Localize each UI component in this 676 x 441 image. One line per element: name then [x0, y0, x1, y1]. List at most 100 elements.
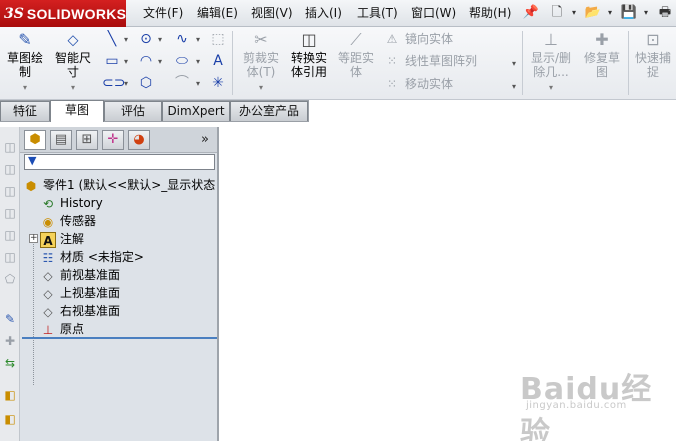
extrude-icon[interactable]: ◫ — [2, 139, 18, 155]
boundary-icon[interactable]: ◫ — [2, 249, 18, 265]
offset-entities-button[interactable]: ⟋ 等距实体 — [334, 31, 378, 80]
loft-icon[interactable]: ◫ — [2, 205, 18, 221]
tree-item-material[interactable]: ☷ 材质 <未指定> — [40, 248, 144, 266]
menu-help[interactable]: 帮助(H) — [469, 5, 511, 21]
toolbar-separator — [628, 31, 629, 95]
command-manager: ✎ 草图绘制 ▾ ⬦ 智能尺寸 ▾ ╲ ▾ ⊙ ▾ ∿ ▾ ⬚ ▭ ▾ ◠ ▾ … — [0, 27, 676, 100]
save-dropdown-arrow[interactable]: ▾ — [642, 4, 650, 22]
move-dropdown-arrow[interactable]: ▾ — [512, 82, 516, 91]
rollback-bar[interactable] — [22, 337, 217, 339]
tree-filter-input[interactable]: ▼ — [24, 154, 215, 170]
plane-icon: ◇ — [43, 268, 53, 283]
tree-item-origin[interactable]: ⊥ 原点 — [40, 320, 84, 338]
tree-item-annotations[interactable]: A 注解 — [40, 230, 84, 248]
slot-dropdown-arrow[interactable]: ▾ — [124, 79, 128, 88]
quick-snaps-button[interactable]: ⊡ 快速捕捉 — [631, 31, 675, 80]
circle-dropdown-arrow[interactable]: ▾ — [158, 35, 162, 44]
line-icon[interactable]: ╲ — [102, 29, 122, 49]
move-label: 移动实体 — [405, 77, 454, 91]
menu-edit[interactable]: 编辑(E) — [197, 5, 238, 21]
relations-dropdown-arrow[interactable]: ▾ — [527, 81, 575, 95]
tab-evaluate[interactable]: 评估 — [104, 101, 162, 121]
tree-item-top-plane[interactable]: ◇ 上视基准面 — [40, 284, 120, 302]
line-dropdown-arrow[interactable]: ▾ — [124, 35, 128, 44]
tab-office-products[interactable]: 办公室产品 — [230, 101, 308, 121]
part-icon: ⬢ — [25, 178, 37, 193]
mirror-icon: ⚠ — [386, 32, 398, 46]
rebuild-icon[interactable]: ⇆ — [2, 355, 18, 371]
spline-icon[interactable]: ∿ — [172, 29, 192, 49]
repair-sketch-button[interactable]: ✚ 修复草图 — [579, 30, 625, 80]
tab-features[interactable]: 特征 — [0, 101, 50, 121]
print-icon[interactable]: 🖶 — [656, 4, 674, 22]
menu-tools[interactable]: 工具(T) — [357, 5, 398, 21]
sketch-button[interactable]: ✎ 草图绘制 ▾ — [2, 31, 48, 95]
dimxpert-tab-icon[interactable]: ✛ — [102, 130, 124, 150]
feature-manager-tabs: ⬢ ▤ ⊞ ✛ ◕ » — [20, 127, 217, 153]
menu-view[interactable]: 视图(V) — [251, 5, 293, 21]
polygon-icon[interactable]: ⬡ — [136, 73, 156, 93]
sketch-small-icon[interactable]: ✎ — [2, 311, 18, 327]
tree-root-part[interactable]: ⬢ 零件1 (默认<<默认>_显示状态 — [23, 176, 216, 194]
ellipse-icon[interactable]: ⬭ — [172, 51, 192, 71]
repair-small-icon[interactable]: ✚ — [2, 333, 18, 349]
circle-icon[interactable]: ⊙ — [136, 29, 156, 49]
smart-dimension-dropdown-arrow[interactable]: ▾ — [50, 81, 96, 95]
tab-sketch[interactable]: 草图 — [50, 100, 104, 122]
shell-icon[interactable]: ⬠ — [2, 271, 18, 287]
revolve-icon[interactable]: ◫ — [2, 161, 18, 177]
mirror-entities-button[interactable]: ⚠ 镜向实体 — [383, 31, 453, 47]
instant3d-icon[interactable]: ◧ — [2, 387, 18, 403]
menu-window[interactable]: 窗口(W) — [411, 5, 456, 21]
open-folder-icon[interactable]: 📂 — [584, 4, 602, 22]
rectangle-dropdown-arrow[interactable]: ▾ — [124, 57, 128, 66]
linear-pattern-button[interactable]: ⁙ 线性草图阵列 — [383, 53, 477, 69]
smart-dimension-button[interactable]: ⬦ 智能尺寸 ▾ — [50, 31, 96, 95]
open-dropdown-arrow[interactable]: ▾ — [606, 4, 614, 22]
sweep-icon[interactable]: ◫ — [2, 183, 18, 199]
menu-insert[interactable]: 插入(I) — [305, 5, 342, 21]
point-icon[interactable]: ✳ — [208, 73, 228, 93]
new-dropdown-arrow[interactable]: ▾ — [570, 4, 578, 22]
configuration-manager-tab-icon[interactable]: ⊞ — [76, 130, 98, 150]
more-tabs-chevron[interactable]: » — [201, 132, 209, 147]
ellipse-dropdown-arrow[interactable]: ▾ — [196, 57, 200, 66]
tree-item-right-plane[interactable]: ◇ 右视基准面 — [40, 302, 120, 320]
fillet-icon[interactable]: ⌒ — [172, 73, 192, 93]
fillet-dropdown-arrow[interactable]: ▾ — [196, 79, 200, 88]
logo-prefix: 3S — [4, 5, 24, 22]
trim-dropdown-arrow[interactable]: ▾ — [238, 81, 284, 95]
menu-file[interactable]: 文件(F) — [143, 5, 183, 21]
grid-snap-icon[interactable]: ⬚ — [208, 29, 228, 49]
logo-name: SOLIDWORKS — [26, 5, 127, 22]
display-delete-relations-button[interactable]: ⊥ 显示/删除几... ▾ — [527, 31, 575, 95]
tree-item-front-plane[interactable]: ◇ 前视基准面 — [40, 266, 120, 284]
feature-manager-panel: ⬢ ▤ ⊞ ✛ ◕ » ▼ ⬢ 零件1 (默认<<默认>_显示状态 ⟲ Histor… — [20, 127, 219, 441]
rectangle-icon[interactable]: ▭ — [102, 51, 122, 71]
sketch-dropdown-arrow[interactable]: ▾ — [2, 81, 48, 95]
layer-icon[interactable]: ◧ — [2, 411, 18, 427]
solidworks-window: 3S SOLIDWORKS 文件(F) 编辑(E) 视图(V) 插入(I) 工具… — [0, 0, 676, 441]
text-icon[interactable]: A — [208, 51, 228, 71]
property-manager-tab-icon[interactable]: ▤ — [50, 130, 72, 150]
tree-item-history[interactable]: ⟲ History — [40, 194, 103, 212]
new-document-icon[interactable]: 🗋 — [548, 4, 566, 22]
repair-icon: ✚ — [595, 30, 609, 49]
tree-item-sensors[interactable]: ◉ 传感器 — [40, 212, 96, 230]
solidworks-logo[interactable]: 3S SOLIDWORKS — [0, 0, 126, 27]
move-entities-button[interactable]: ⁙ 移动实体 — [383, 76, 453, 92]
trim-entities-button[interactable]: ✂ 剪裁实体(T) ▾ — [238, 31, 284, 95]
convert-entities-button[interactable]: ◫ 转换实体引用 — [286, 31, 332, 80]
display-manager-tab-icon[interactable]: ◕ — [128, 130, 150, 150]
arc-dropdown-arrow[interactable]: ▾ — [158, 57, 162, 66]
linear-pattern-dropdown-arrow[interactable]: ▾ — [512, 59, 516, 68]
spline-dropdown-arrow[interactable]: ▾ — [196, 35, 200, 44]
save-icon[interactable]: 💾 — [620, 4, 638, 22]
pushpin-icon[interactable]: 📌 — [522, 4, 540, 22]
arc-icon[interactable]: ◠ — [136, 51, 156, 71]
slot-icon[interactable]: ⊂⊃ — [102, 73, 125, 93]
annotations-expander[interactable]: + — [29, 234, 38, 243]
feature-tree-tab-icon[interactable]: ⬢ — [24, 130, 46, 150]
tab-dimxpert[interactable]: DimXpert — [162, 101, 230, 121]
cut-icon[interactable]: ◫ — [2, 227, 18, 243]
